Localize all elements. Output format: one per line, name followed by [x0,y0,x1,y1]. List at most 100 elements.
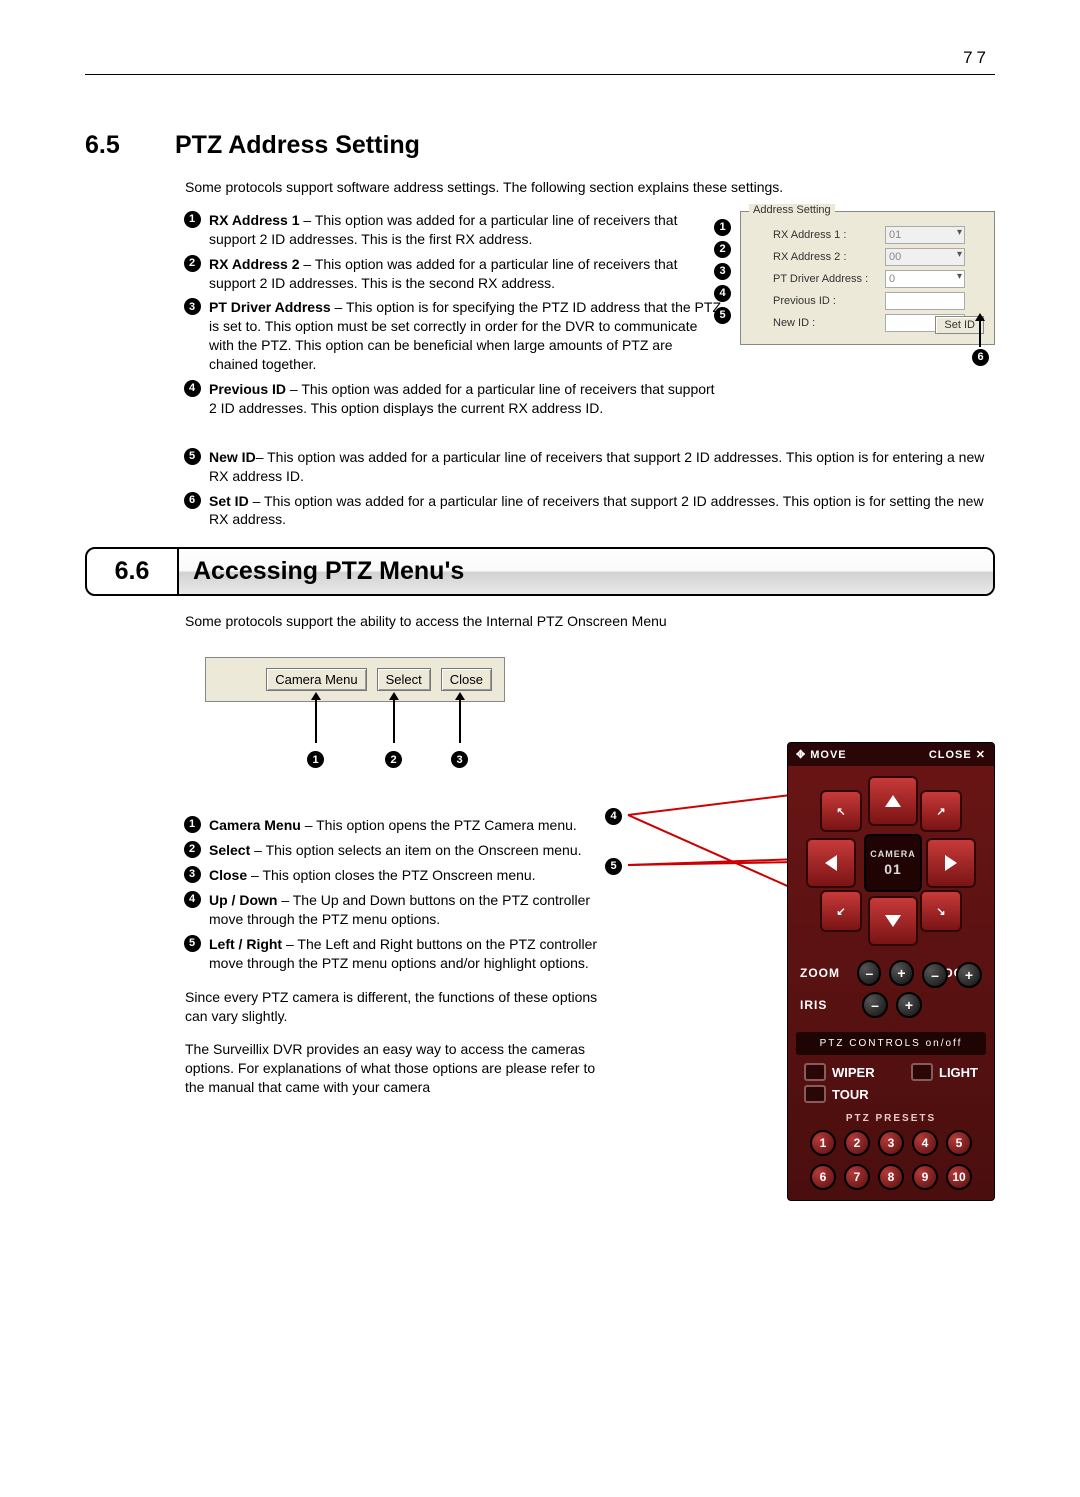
light-toggle[interactable] [911,1063,933,1081]
iris-close-button[interactable]: – [862,992,888,1018]
address-setting-groupbox: Address Setting RX Address 1 : 01 RX Add… [740,211,995,345]
rx2-select[interactable]: 00 [885,248,965,266]
section-title: Accessing PTZ Menu's [177,549,993,594]
def-term: RX Address 1 [209,212,300,228]
dpad-downright-button[interactable]: ↘ [920,890,962,932]
ptz-controls-onoff[interactable]: PTZ CONTROLS on/off [796,1032,986,1055]
def-row: 6 Set ID – This option was added for a p… [175,492,995,530]
def-term: Camera Menu [209,817,301,833]
def-text: – This option opens the PTZ Camera menu. [301,817,577,833]
top-rule [85,74,995,75]
def-term: Left / Right [209,936,282,952]
tour-label: TOUR [832,1087,869,1102]
def-text: – This option selects an item on the Ons… [250,842,581,858]
address-setting-figure: 1 2 3 4 5 Address Setting RX Address 1 :… [740,211,995,424]
tour-toggle[interactable] [804,1085,826,1103]
dpad-right-button[interactable] [926,838,976,888]
def-text: – This option closes the PTZ Onscreen me… [247,867,535,883]
def-row: 1 Camera Menu – This option opens the PT… [175,816,605,835]
arrow-down-icon [885,915,901,927]
def-row: 3 PT Driver Address – This option is for… [175,298,722,374]
groupbox-title: Address Setting [749,204,835,216]
dpad-downleft-button[interactable]: ↙ [820,890,862,932]
arrow-up-icon [315,699,317,743]
callout-6-icon: 6 [972,349,989,366]
preset-button[interactable]: 4 [912,1130,938,1156]
focus-far-button[interactable]: + [956,962,982,988]
wiper-toggle[interactable] [804,1063,826,1081]
previd-label: Previous ID : [751,295,885,307]
address-setting-block: 1 RX Address 1 – This option was added f… [175,211,995,424]
iris-open-button[interactable]: + [896,992,922,1018]
section-title: PTZ Address Setting [175,131,420,160]
preset-button[interactable]: 8 [878,1164,904,1190]
callout-5-icon: 5 [605,858,622,875]
def-term: Close [209,867,247,883]
bullet-icon: 4 [184,380,201,397]
ptz-controller-figure: ✥ MOVE CLOSE ✕ ↖ ↗ ↙ ↘ CAMERA 01 ZOOM [787,742,995,1201]
close-button[interactable]: CLOSE ✕ [929,748,986,761]
def-text: – This option was added for a particular… [209,493,984,528]
previd-input[interactable] [885,292,965,310]
arrow-up-icon [459,699,461,743]
section-6-6-intro: Some protocols support the ability to ac… [185,612,995,631]
section-number: 6.5 [85,131,175,160]
callout-5-icon: 5 [714,307,731,324]
bullet-icon: 2 [184,255,201,272]
bullet-icon: 5 [184,935,201,952]
dpad-left-button[interactable] [806,838,856,888]
close-button[interactable]: Close [441,668,492,691]
bullet-icon: 1 [184,816,201,833]
def-term: New ID [209,449,256,465]
ptdriver-label: PT Driver Address : [751,273,885,285]
bullet-icon: 2 [184,841,201,858]
arrow-up-icon [979,319,981,347]
select-button[interactable]: Select [377,668,431,691]
move-label: MOVE [810,749,846,761]
arrow-right-icon [945,855,957,871]
preset-button[interactable]: 2 [844,1130,870,1156]
preset-buttons: 1 2 3 4 5 6 7 8 9 10 [788,1130,994,1190]
preset-button[interactable]: 7 [844,1164,870,1190]
def-row: 4 Previous ID – This option was added fo… [175,380,722,418]
rx1-select[interactable]: 01 [885,226,965,244]
callout-3-icon: 3 [714,263,731,280]
section-number: 6.6 [87,549,177,594]
move-handle[interactable]: ✥ MOVE [796,748,847,761]
rx1-label: RX Address 1 : [751,229,885,241]
section-6-6-footer2: The Surveillix DVR provides an easy way … [185,1040,615,1097]
address-setting-definitions: 1 RX Address 1 – This option was added f… [175,211,722,424]
dpad-upleft-button[interactable]: ↖ [820,790,862,832]
def-row: 5 Left / Right – The Left and Right butt… [175,935,605,973]
def-term: Set ID [209,493,249,509]
wiper-label: WIPER [832,1065,875,1080]
focus-near-button[interactable]: – [922,962,948,988]
light-label: LIGHT [939,1065,978,1080]
section-6-6-footer1: Since every PTZ camera is different, the… [185,988,615,1026]
def-row: 1 RX Address 1 – This option was added f… [175,211,722,249]
arrow-up-icon [393,699,395,743]
preset-button[interactable]: 1 [810,1130,836,1156]
close-label: CLOSE [929,749,972,761]
camera-menu-button[interactable]: Camera Menu [266,668,366,691]
zoom-label: ZOOM [800,966,849,980]
arrow-up-icon [885,795,901,807]
section-6-6-heading: 6.6 Accessing PTZ Menu's [85,547,995,596]
bullet-icon: 4 [184,891,201,908]
bullet-icon: 6 [184,492,201,509]
callout-1-icon: 1 [714,219,731,236]
preset-button[interactable]: 5 [946,1130,972,1156]
preset-button[interactable]: 9 [912,1164,938,1190]
callout-4-icon: 4 [605,808,622,825]
preset-button[interactable]: 6 [810,1164,836,1190]
ptdriver-select[interactable]: 0 [885,270,965,288]
dpad-upright-button[interactable]: ↗ [920,790,962,832]
zoom-in-button[interactable]: + [889,960,913,986]
dpad-up-button[interactable] [868,776,918,826]
callout-5: 5 [605,856,622,875]
preset-button[interactable]: 10 [946,1164,972,1190]
bullet-icon: 5 [184,448,201,465]
preset-button[interactable]: 3 [878,1130,904,1156]
dpad-down-button[interactable] [868,896,918,946]
def-row: 3 Close – This option closes the PTZ Ons… [175,866,605,885]
